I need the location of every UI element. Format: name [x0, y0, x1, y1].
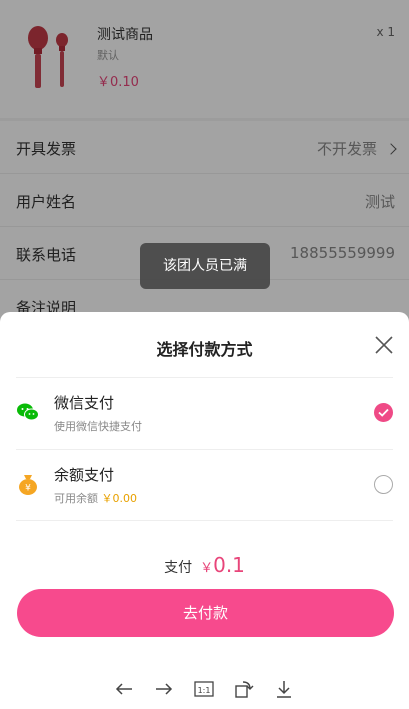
balance-pay-name: 余额支付 — [54, 466, 115, 484]
check-icon — [378, 408, 389, 417]
pay-button[interactable]: 去付款 — [17, 589, 394, 637]
wechat-pay-desc: 使用微信快捷支付 — [54, 420, 142, 433]
radio-unselected-balance[interactable] — [374, 475, 393, 494]
wechat-icon — [17, 403, 39, 421]
rotate-icon[interactable] — [233, 678, 255, 700]
divider — [16, 520, 393, 521]
close-icon[interactable] — [373, 334, 395, 356]
money-bag-icon: ¥ — [19, 475, 37, 495]
payment-total: 支付 ￥0.1 — [0, 553, 409, 577]
balance-pay-desc: 可用余额 ￥0.00 — [54, 490, 137, 506]
actual-size-icon[interactable]: 1:1 — [193, 678, 215, 700]
sheet-title: 选择付款方式 — [156, 340, 253, 359]
balance-available-label: 可用余额 — [54, 492, 98, 505]
balance-amount: ￥0.00 — [101, 492, 138, 505]
svg-text:1:1: 1:1 — [198, 686, 211, 695]
arrow-left-icon[interactable] — [113, 678, 135, 700]
svg-text:¥: ¥ — [25, 484, 31, 494]
currency-symbol: ￥ — [200, 561, 214, 576]
viewer-toolbar: 1:1 — [0, 674, 409, 704]
toast-message: 该团人员已满 — [140, 243, 270, 289]
payment-sheet: 选择付款方式 微信支付 使用微信快捷支付 ¥ 余额支付 可用余额 ￥0.00 支… — [0, 312, 409, 709]
payment-option-balance[interactable]: ¥ 余额支付 可用余额 ￥0.00 — [16, 450, 393, 520]
payment-option-wechat[interactable]: 微信支付 使用微信快捷支付 — [16, 378, 393, 448]
wechat-pay-name: 微信支付 — [54, 394, 115, 412]
radio-selected-wechat[interactable] — [374, 403, 393, 422]
total-label: 支付 — [164, 560, 193, 576]
download-icon[interactable] — [273, 678, 295, 700]
arrow-right-icon[interactable] — [153, 678, 175, 700]
total-amount: 0.1 — [213, 553, 245, 577]
